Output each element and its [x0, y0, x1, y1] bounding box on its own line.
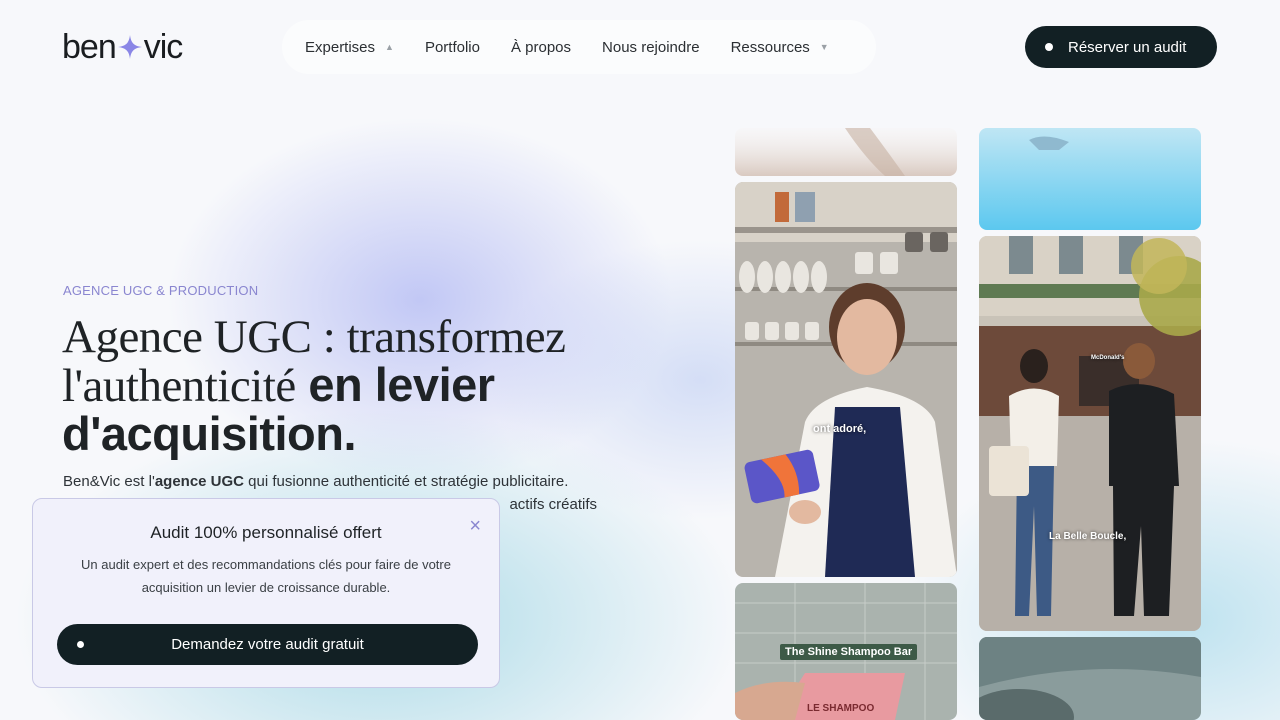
video-thumbnail: [979, 637, 1201, 720]
chevron-up-icon: ▲: [385, 42, 394, 52]
desc-bold: agence UGC: [154, 473, 245, 490]
request-free-audit-button[interactable]: Demandez votre audit gratuit: [57, 624, 478, 665]
dot-icon: [77, 641, 84, 648]
video-caption: ont adoré,: [813, 423, 867, 435]
cta-label: Réserver un audit: [1068, 38, 1187, 56]
product-tag: The Shine Shampoo Bar: [780, 644, 918, 660]
popup-button-label: Demandez votre audit gratuit: [171, 636, 364, 653]
video-caption: La Belle Boucle,: [1049, 531, 1127, 542]
popup-title: Audit 100% personnalisé offert: [150, 523, 382, 542]
hero-eyebrow: AGENCE UGC & PRODUCTION: [63, 283, 259, 298]
logo-text-left: ben: [62, 28, 117, 66]
desc-prefix: Ben&Vic est l': [63, 473, 155, 490]
video-thumbnail: [735, 128, 957, 176]
dot-icon: [1045, 43, 1053, 51]
logo[interactable]: ben vic: [62, 28, 184, 66]
nav-item-portfolio[interactable]: Portfolio: [425, 39, 480, 56]
reserve-audit-button[interactable]: Réserver un audit: [1025, 26, 1217, 68]
desc-suffix: qui fusionne authenticité et stratégie p…: [244, 473, 569, 490]
ugc-video-card-shampoo[interactable]: The Shine Shampoo Bar LE SHAMPOO: [735, 583, 957, 720]
video-thumbnail: [979, 128, 1201, 230]
box-text: LE SHAMPOO: [807, 703, 875, 714]
hero-title: Agence UGC : transformez l'authenticité …: [62, 312, 662, 458]
ugc-video-card-kitchen[interactable]: ont adoré,: [735, 182, 957, 577]
nav-item-expertises[interactable]: Expertises ▲: [305, 39, 394, 56]
video-thumbnail: [735, 182, 957, 577]
sparkle-icon: [117, 35, 142, 59]
video-thumbnail: [979, 236, 1201, 631]
ugc-video-card-top[interactable]: [735, 128, 957, 176]
nav-item-a-propos[interactable]: À propos: [511, 39, 571, 56]
ugc-video-card-street[interactable]: McDonald's La Belle Boucle,: [979, 236, 1201, 631]
nav-label: Portfolio: [424, 38, 480, 56]
nav-item-ressources[interactable]: Ressources ▼: [731, 39, 829, 56]
ugc-video-card-bottom[interactable]: [979, 637, 1201, 720]
nav-label: Expertises: [305, 38, 376, 56]
logo-text-right: vic: [143, 28, 184, 66]
nav-label: Nous rejoindre: [602, 38, 700, 56]
main-nav: Expertises ▲ Portfolio À propos Nous rej…: [282, 20, 876, 74]
nav-label: À propos: [510, 38, 572, 56]
street-sign: McDonald's: [1091, 355, 1125, 361]
nav-label: Ressources: [730, 38, 810, 56]
chevron-down-icon: ▼: [819, 42, 829, 52]
audit-offer-popup: × Audit 100% personnalisé offert Un audi…: [32, 498, 500, 688]
ugc-video-card-water[interactable]: [979, 128, 1201, 230]
popup-description: Un audit expert et des recommandations c…: [81, 557, 451, 595]
nav-item-nous-rejoindre[interactable]: Nous rejoindre: [602, 39, 700, 56]
